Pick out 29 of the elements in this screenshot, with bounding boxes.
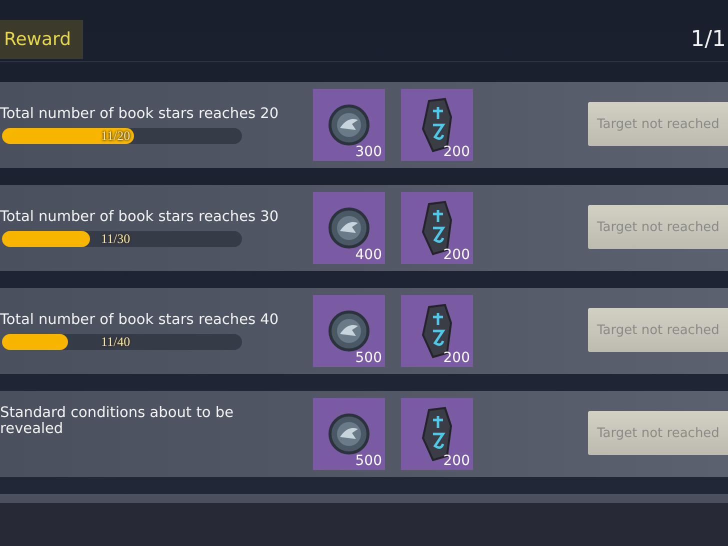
item-count: 400 xyxy=(355,247,382,263)
page-counter: 1/1 xyxy=(690,27,727,52)
reward-item-tile[interactable]: 500 xyxy=(313,295,385,367)
progress-reading: 11/30 xyxy=(101,231,130,247)
reward-item-tile[interactable]: 400 xyxy=(313,192,385,264)
reward-item-tile[interactable]: 300 xyxy=(313,89,385,161)
condition-text: Total number of book stars reaches 30 xyxy=(0,209,280,225)
item-count: 200 xyxy=(443,453,470,469)
reward-item-tile[interactable]: 500 xyxy=(313,398,385,470)
condition-text: Standard conditions about to be revealed xyxy=(0,405,235,437)
reward-item-tile[interactable]: 200 xyxy=(401,398,473,470)
reward-tab[interactable]: Reward xyxy=(0,20,84,59)
reward-item-tile[interactable]: 200 xyxy=(401,89,473,161)
item-count: 500 xyxy=(355,350,382,366)
item-count: 200 xyxy=(443,350,470,366)
item-count: 200 xyxy=(443,144,470,160)
reward-item-tile[interactable]: 200 xyxy=(401,192,473,264)
coin-icon xyxy=(328,413,370,455)
reward-item-tile[interactable]: 200 xyxy=(401,295,473,367)
coin-icon xyxy=(328,104,370,146)
coin-icon xyxy=(328,207,370,249)
condition-text: Total number of book stars reaches 20 xyxy=(0,106,280,122)
coin-icon xyxy=(328,310,370,352)
item-count: 200 xyxy=(443,247,470,263)
progress-reading: 11/20 xyxy=(101,128,130,144)
condition-text: Total number of book stars reaches 40 xyxy=(0,312,280,328)
item-count: 500 xyxy=(355,453,382,469)
progress-reading: 11/40 xyxy=(101,334,130,350)
item-count: 300 xyxy=(355,144,382,160)
